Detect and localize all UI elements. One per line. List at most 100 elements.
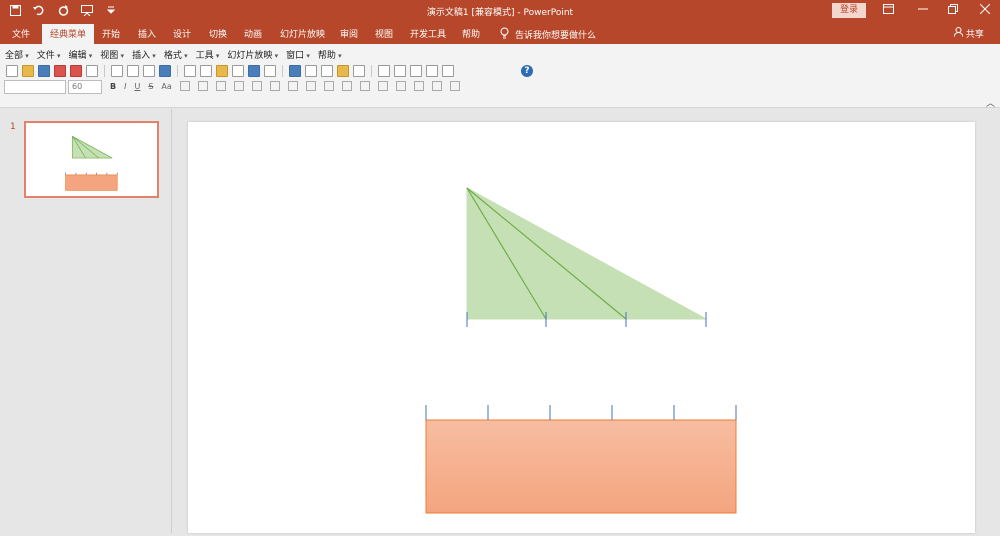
menu-format[interactable]: 格式 [164,48,188,61]
shape-fill-icon[interactable] [413,81,424,91]
separator [371,65,372,77]
layout-icon[interactable] [394,65,406,77]
cut-icon[interactable] [184,65,196,77]
tab-design[interactable]: 设计 [173,27,191,40]
ribbon-display-icon[interactable] [883,4,894,17]
align-left-icon[interactable] [179,81,190,91]
copy-icon[interactable] [200,65,212,77]
text-direction-icon[interactable] [251,81,262,91]
menu-view[interactable]: 视图 [100,48,124,61]
format-painter-icon[interactable] [232,65,244,77]
tab-review[interactable]: 审阅 [340,27,358,40]
classic-toolbar: 全部 文件 编辑 视图 插入 格式 工具 幻灯片放映 窗口 帮助 [0,44,1000,109]
menu-slideshow[interactable]: 幻灯片放映 [227,48,278,61]
share-label: 共享 [965,30,984,40]
print-preview-icon[interactable] [127,65,139,77]
formatting-toolbar: B I U S Aa [110,81,460,91]
tab-transitions[interactable]: 切换 [209,27,227,40]
export-icon[interactable] [54,65,66,77]
right-triangle-shape[interactable] [466,187,707,320]
screenshot-icon[interactable] [143,65,155,77]
tab-help[interactable]: 帮助 [462,27,480,40]
undo-toolbar-icon[interactable] [248,65,260,77]
slide-content [425,187,737,514]
user-icon [953,27,966,40]
slide-canvas[interactable] [188,122,975,533]
slide-thumbnail[interactable] [24,121,159,198]
arrange-icon[interactable] [377,81,388,91]
font-color-icon[interactable] [323,81,334,91]
send-icon[interactable] [86,65,98,77]
picture-icon[interactable] [337,65,349,77]
tab-home[interactable]: 开始 [102,27,120,40]
menu-all[interactable]: 全部 [5,48,29,61]
menu-tools[interactable]: 工具 [196,48,220,61]
textbox-icon[interactable] [410,65,422,77]
justify-icon[interactable] [233,81,244,91]
classic-menu-bar: 全部 文件 编辑 视图 插入 格式 工具 幻灯片放映 窗口 帮助 [5,48,342,61]
underline-button[interactable]: U [134,82,140,91]
tab-developer[interactable]: 开发工具 [410,27,446,40]
align-right-icon[interactable] [215,81,226,91]
tab-classic-menu[interactable]: 经典菜单 [42,24,95,44]
menu-insert[interactable]: 插入 [132,48,156,61]
menu-file[interactable]: 文件 [37,48,61,61]
font-name-select[interactable] [4,80,66,94]
restore-icon[interactable] [948,4,958,17]
menu-window[interactable]: 窗口 [286,48,310,61]
paste-icon[interactable] [216,65,228,77]
print-icon[interactable] [111,65,123,77]
strikethrough-button[interactable]: S [148,82,153,91]
slide-number: 1 [10,122,16,132]
collapse-ribbon-icon[interactable]: ︿ [986,96,995,109]
increase-font-icon[interactable] [341,81,352,91]
title-bar: 演示文稿1 [兼容模式] - PowerPoint 登录 [0,0,1000,22]
zoom-icon[interactable] [442,65,454,77]
tab-view[interactable]: 视图 [375,27,393,40]
clip-art-icon[interactable] [321,65,333,77]
shapes-icon[interactable] [426,65,438,77]
rectangle-tick-marks [425,405,737,420]
spelling-icon[interactable] [159,65,171,77]
quick-styles-icon[interactable] [395,81,406,91]
tab-file[interactable]: 文件 [12,27,30,40]
shape-effects-icon[interactable] [449,81,460,91]
tell-me-box[interactable]: 告诉我你想要做什么 [500,27,596,42]
italic-button[interactable]: I [124,82,126,91]
tell-me-text: 告诉我你想要做什么 [515,31,597,41]
rectangle-shape[interactable] [425,419,737,514]
tab-slideshow[interactable]: 幻灯片放映 [280,27,325,40]
minimize-icon[interactable] [918,4,928,17]
align-center-icon[interactable] [197,81,208,91]
save-file-icon[interactable] [38,65,50,77]
separator [177,65,178,77]
bullets-icon[interactable] [287,81,298,91]
new-icon[interactable] [6,65,18,77]
menu-help[interactable]: 帮助 [318,48,342,61]
tab-animations[interactable]: 动画 [244,27,262,40]
chart-icon[interactable] [289,65,301,77]
numbering-icon[interactable] [305,81,316,91]
bold-button[interactable]: B [110,82,116,91]
help-icon[interactable]: ? [521,65,533,77]
permission-icon[interactable] [70,65,82,77]
font-size-select[interactable]: 60 [68,80,102,94]
line-icon[interactable] [353,65,365,77]
tab-insert[interactable]: 插入 [138,27,156,40]
share-button[interactable]: 共享 [953,27,984,40]
separator [282,65,283,77]
new-slide-icon[interactable] [378,65,390,77]
table-icon[interactable] [305,65,317,77]
standard-toolbar [6,65,454,77]
decrease-font-icon[interactable] [359,81,370,91]
menu-edit[interactable]: 编辑 [69,48,93,61]
login-button[interactable]: 登录 [832,3,866,18]
open-icon[interactable] [22,65,34,77]
lightbulb-icon [500,27,509,42]
columns-icon[interactable] [269,81,280,91]
change-case-button[interactable]: Aa [161,82,171,91]
separator [104,65,105,77]
close-icon[interactable] [979,3,991,17]
shape-outline-icon[interactable] [431,81,442,91]
redo-toolbar-icon[interactable] [264,65,276,77]
